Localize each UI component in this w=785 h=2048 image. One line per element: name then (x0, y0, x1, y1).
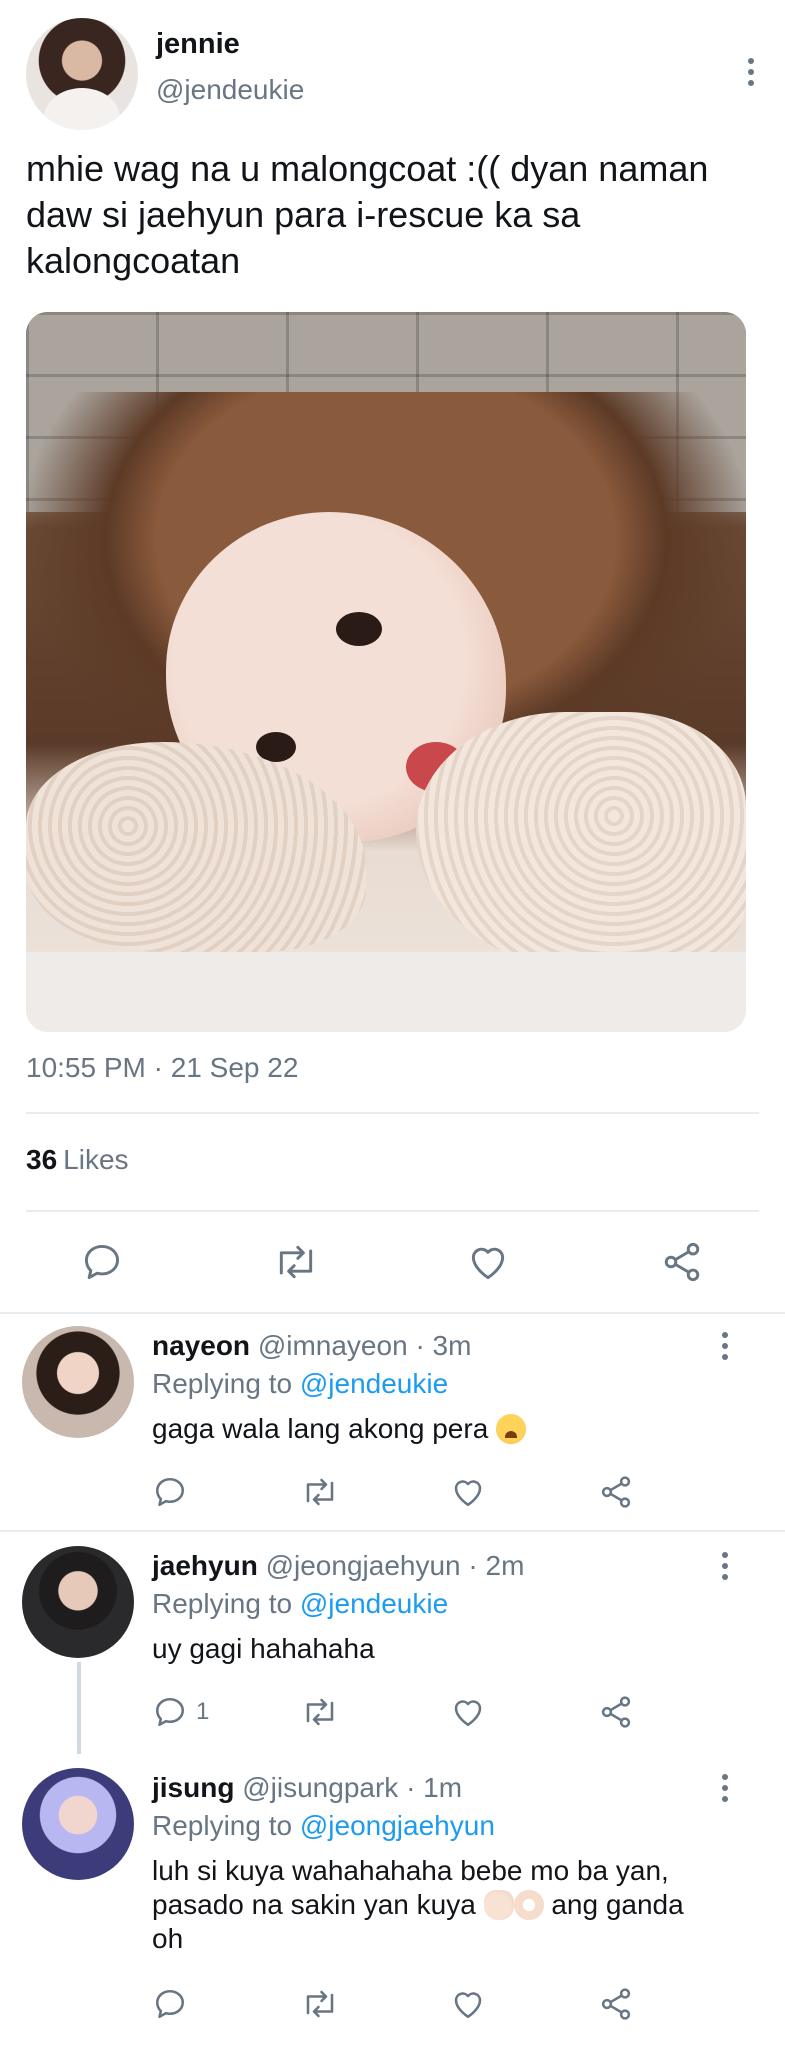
reply-text-line: oh (152, 1923, 184, 1954)
author-handle[interactable]: @jendeukie (156, 74, 304, 106)
like-button[interactable] (450, 1474, 486, 1510)
reply-button[interactable] (80, 1240, 124, 1284)
reply-button[interactable] (152, 1474, 196, 1510)
replying-to-link[interactable]: @jendeukie (300, 1368, 448, 1399)
likes-label: Likes (63, 1144, 129, 1175)
more-icon[interactable] (710, 1546, 740, 1586)
like-icon (454, 1992, 482, 2019)
tweet-photo[interactable] (26, 312, 746, 1032)
reply-text-line: pasado na sakin yan kuya ang ganda (152, 1888, 752, 1922)
retweet-button[interactable] (300, 1986, 340, 2022)
reply-header: nayeon @imnayeon · 3m (152, 1330, 471, 1362)
reply-icon (155, 1697, 185, 1727)
avatar[interactable] (22, 1768, 134, 1880)
avatar[interactable] (26, 18, 138, 130)
share-icon (601, 1988, 631, 2020)
reply-time: · 1m (406, 1772, 463, 1803)
reply-button[interactable]: 1 (152, 1694, 209, 1730)
reply-tweet[interactable]: jaehyun @jeongjaehyun · 2m Replying to @… (0, 1532, 785, 1754)
author-handle[interactable]: @jisungpark (242, 1772, 398, 1803)
retweet-icon (306, 1698, 334, 1726)
like-button[interactable] (450, 1694, 486, 1730)
more-icon[interactable] (736, 52, 766, 92)
reply-time: · 3m (415, 1330, 472, 1361)
reply-text: luh si kuya wahahahaha bebe mo ba yan, p… (152, 1854, 752, 1956)
tweet-timestamp[interactable]: 10:55 PM · 21 Sep 22 (26, 1052, 298, 1084)
reply-text-line: luh si kuya wahahahaha bebe mo ba yan, (152, 1855, 669, 1886)
likes-number: 36 (26, 1144, 58, 1175)
reply-header: jaehyun @jeongjaehyun · 2m (152, 1550, 524, 1582)
replying-to-link[interactable]: @jendeukie (300, 1588, 448, 1619)
author-handle[interactable]: @jeongjaehyun (266, 1550, 461, 1581)
replying-to: Replying to @jendeukie (152, 1588, 448, 1620)
share-button[interactable] (598, 1694, 634, 1730)
like-icon (454, 1700, 482, 1727)
replying-label: Replying to (152, 1368, 293, 1399)
reply-tweet[interactable]: jisung @jisungpark · 1m Replying to @jeo… (0, 1754, 785, 2048)
reply-time: · 2m (468, 1550, 525, 1581)
thread-line (77, 1662, 81, 1754)
replying-label: Replying to (152, 1588, 293, 1619)
tweet-detail-page: jennie @jendeukie mhie wag na u malongco… (0, 0, 785, 2048)
share-button[interactable] (598, 1474, 634, 1510)
avatar[interactable] (22, 1326, 134, 1438)
like-icon (471, 1247, 505, 1280)
ok-hand-emoji (513, 1890, 544, 1920)
more-icon[interactable] (710, 1326, 740, 1366)
reply-tweet[interactable]: nayeon @imnayeon · 3m Replying to @jende… (0, 1312, 785, 1530)
replying-to-link[interactable]: @jeongjaehyun (300, 1810, 495, 1841)
divider (26, 1210, 759, 1212)
share-icon (601, 1476, 631, 1508)
replying-label: Replying to (152, 1810, 293, 1841)
reply-icon (155, 1477, 185, 1507)
retweet-icon (279, 1245, 313, 1279)
retweet-button[interactable] (272, 1240, 320, 1284)
share-icon (664, 1242, 700, 1282)
reply-text-content: ang ganda (551, 1889, 684, 1920)
like-button[interactable] (466, 1240, 510, 1284)
divider (26, 1112, 759, 1114)
reply-icon (155, 1989, 185, 2019)
reply-header: jisung @jisungpark · 1m (152, 1772, 462, 1804)
share-button[interactable] (598, 1986, 634, 2022)
main-tweet-header: jennie @jendeukie (26, 18, 766, 134)
retweet-button[interactable] (300, 1694, 340, 1730)
more-icon[interactable] (710, 1768, 740, 1808)
reply-icon (84, 1244, 120, 1280)
author-name[interactable]: jennie (156, 28, 240, 61)
retweet-button[interactable] (300, 1474, 340, 1510)
reply-text-content: pasado na sakin yan kuya (152, 1889, 476, 1920)
tweet-text: mhie wag na u malongcoat :(( dyan naman … (26, 148, 709, 281)
like-icon (454, 1480, 482, 1507)
author-name[interactable]: jaehyun (152, 1550, 258, 1581)
weary-face-emoji (496, 1414, 527, 1444)
reply-button[interactable] (152, 1986, 196, 2022)
replying-to: Replying to @jeongjaehyun (152, 1810, 495, 1842)
avatar[interactable] (22, 1546, 134, 1658)
thumbs-up-emoji (483, 1890, 514, 1920)
share-button[interactable] (660, 1240, 704, 1284)
like-button[interactable] (450, 1986, 486, 2022)
retweet-icon (306, 1478, 334, 1506)
likes-count[interactable]: 36 Likes (26, 1144, 129, 1176)
reply-text: uy gagi hahahaha (152, 1633, 375, 1664)
reply-text: gaga wala lang akong pera (152, 1412, 752, 1446)
author-name[interactable]: jisung (152, 1772, 234, 1803)
author-name[interactable]: nayeon (152, 1330, 250, 1361)
share-icon (601, 1696, 631, 1728)
retweet-icon (306, 1990, 334, 2018)
author-handle[interactable]: @imnayeon (258, 1330, 408, 1361)
reply-text-content: gaga wala lang akong pera (152, 1413, 489, 1444)
replying-to: Replying to @jendeukie (152, 1368, 448, 1400)
reply-count: 1 (196, 1698, 210, 1725)
